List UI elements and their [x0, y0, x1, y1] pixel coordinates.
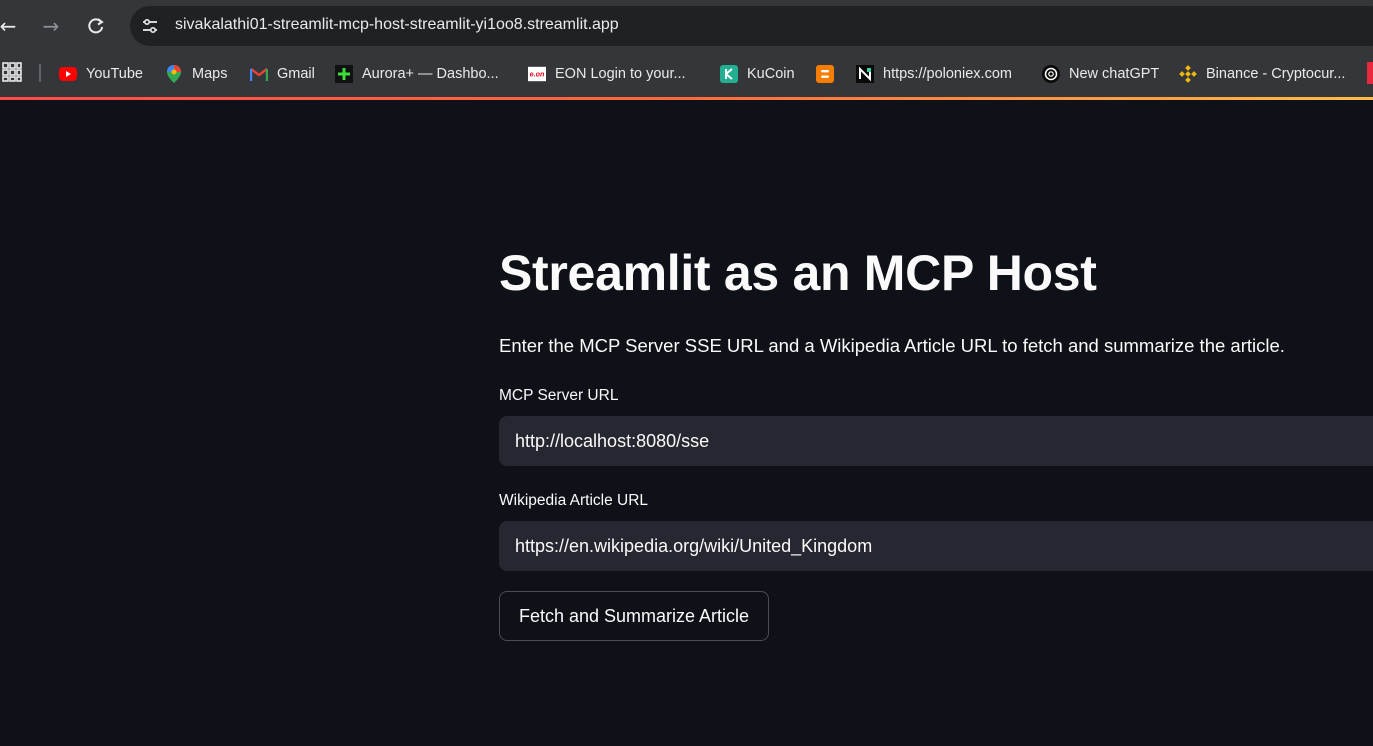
bookmark-poloniex[interactable]: https://poloniex.com: [856, 60, 1012, 88]
blogger-icon: [816, 65, 834, 83]
bookmark-gmail[interactable]: Gmail: [250, 60, 315, 88]
aurora-icon: [335, 65, 353, 83]
reload-icon[interactable]: [80, 10, 112, 42]
bookmarks-separator: [39, 64, 41, 82]
bookmark-eon[interactable]: e.on EON Login to your...: [528, 60, 686, 88]
bookmark-kucoin[interactable]: KuCoin: [720, 60, 795, 88]
bookmark-label: Maps: [192, 66, 228, 82]
address-bar[interactable]: sivakalathi01-streamlit-mcp-host-streaml…: [130, 6, 1373, 46]
maps-icon: [165, 65, 183, 83]
bookmark-label: Gmail: [277, 66, 315, 82]
gmail-icon: [250, 65, 268, 83]
bookmark-blogger[interactable]: [816, 60, 843, 88]
bookmark-label: EON Login to your...: [555, 66, 686, 82]
bookmarks-bar: YouTube Maps Gmail Aurora+ — Dashbo... e…: [0, 52, 1373, 96]
bookmark-label: Binance - Cryptocur...: [1206, 66, 1346, 82]
mcp-server-url-input[interactable]: [499, 416, 1373, 466]
chatgpt-icon: [1042, 65, 1060, 83]
fetch-and-summarize-button[interactable]: Fetch and Summarize Article: [499, 591, 769, 641]
apps-grid-icon[interactable]: [2, 62, 22, 82]
bookmark-label: YouTube: [86, 66, 143, 82]
bookmark-chatgpt[interactable]: New chatGPT: [1042, 60, 1159, 88]
bookmark-maps[interactable]: Maps: [165, 60, 227, 88]
binance-icon: [1179, 65, 1197, 83]
page-title: Streamlit as an MCP Host: [499, 245, 1097, 301]
eon-icon: e.on: [528, 65, 546, 83]
wikipedia-article-url-input[interactable]: [499, 521, 1373, 571]
bookmark-aurora[interactable]: Aurora+ — Dashbo...: [335, 60, 499, 88]
svg-text:e.on: e.on: [530, 70, 545, 79]
forward-icon[interactable]: →: [35, 10, 67, 42]
back-icon[interactable]: ←: [0, 10, 24, 42]
kucoin-icon: [720, 65, 738, 83]
wikipedia-article-url-label: Wikipedia Article URL: [499, 492, 649, 509]
overflow-bookmark-icon[interactable]: [1367, 62, 1373, 84]
browser-chrome: ← → sivakalathi01-streamlit-mcp-host-str…: [0, 0, 1373, 100]
poloniex-icon: [856, 65, 874, 83]
bookmark-label: KuCoin: [747, 66, 795, 82]
page-description: Enter the MCP Server SSE URL and a Wikip…: [499, 335, 1285, 356]
bookmark-youtube[interactable]: YouTube: [59, 60, 143, 88]
bookmark-label: Aurora+ — Dashbo...: [362, 66, 499, 82]
browser-toolbar: ← → sivakalathi01-streamlit-mcp-host-str…: [0, 0, 1373, 52]
address-url[interactable]: sivakalathi01-streamlit-mcp-host-streaml…: [175, 16, 619, 34]
streamlit-decoration-bar: [0, 97, 1373, 100]
youtube-icon: [59, 65, 77, 83]
bookmark-label: https://poloniex.com: [883, 66, 1012, 82]
bookmark-label: New chatGPT: [1069, 66, 1160, 82]
site-info-icon[interactable]: [136, 12, 164, 40]
bookmark-binance[interactable]: Binance - Cryptocur...: [1179, 60, 1345, 88]
mcp-server-url-label: MCP Server URL: [499, 387, 619, 404]
